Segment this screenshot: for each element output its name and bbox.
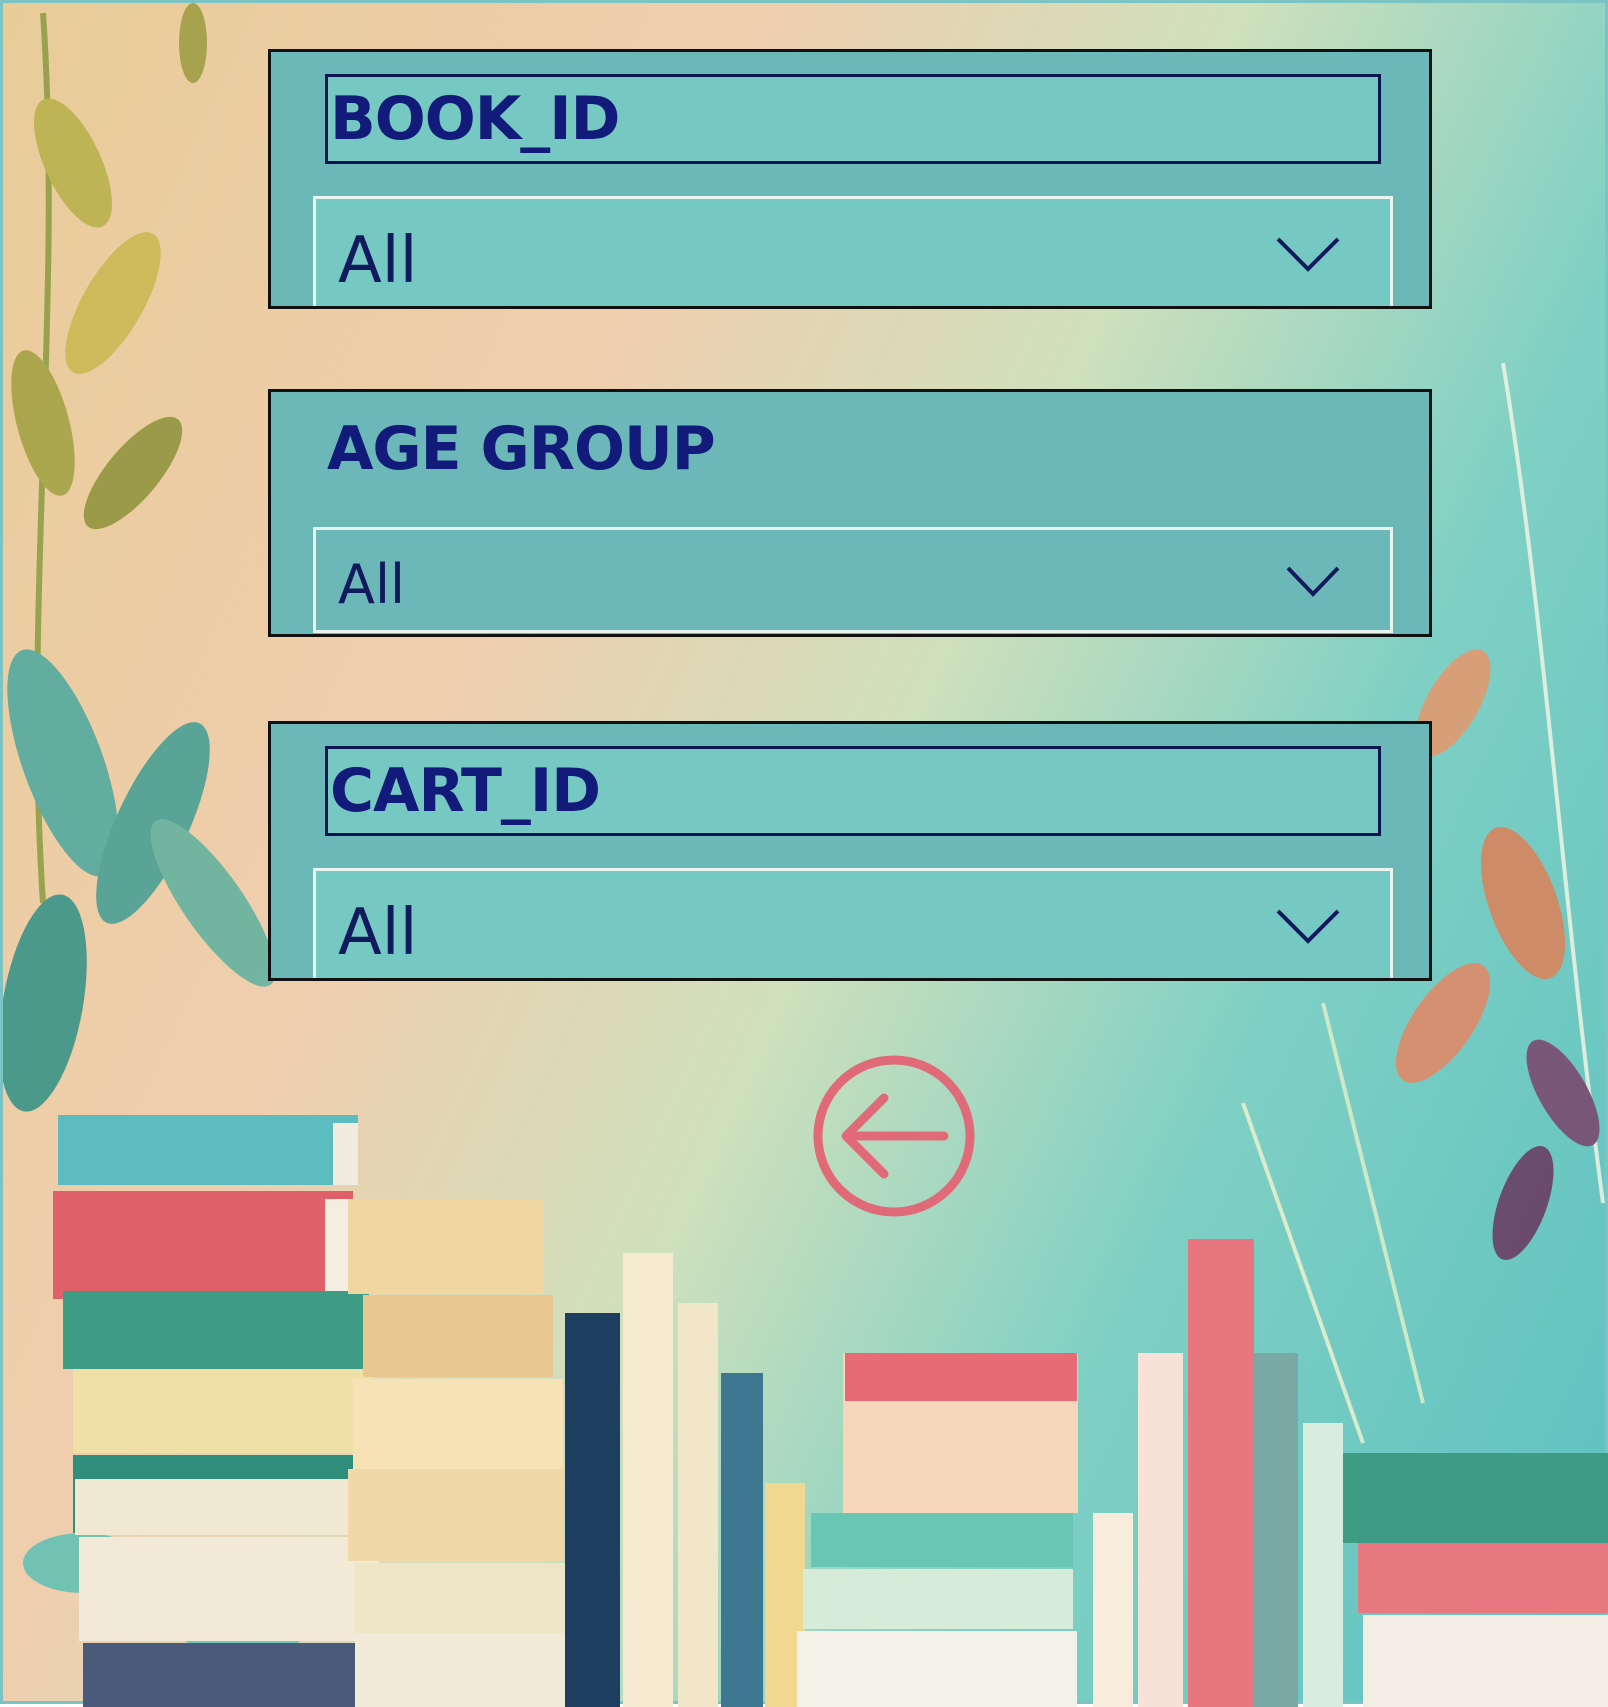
book-id-slicer: BOOK_ID All [268, 49, 1432, 309]
age-group-slicer-title: AGE GROUP [327, 414, 716, 484]
book-id-slicer-title: BOOK_ID [325, 74, 1381, 164]
cart-id-slicer-title: CART_ID [325, 746, 1381, 836]
age-group-slicer: AGE GROUP All [268, 389, 1432, 637]
back-button[interactable] [812, 1054, 976, 1218]
cart-id-slicer: CART_ID All [268, 721, 1432, 981]
book-id-selected-value: All [338, 224, 418, 298]
back-arrow-circle-icon [813, 1055, 975, 1217]
cart-id-dropdown[interactable]: All [313, 868, 1393, 978]
chevron-down-icon [1286, 566, 1340, 597]
chevron-down-icon [1276, 237, 1340, 272]
chevron-down-icon [1276, 909, 1340, 944]
age-group-selected-value: All [338, 553, 405, 616]
cart-id-selected-value: All [338, 896, 418, 970]
age-group-dropdown[interactable]: All [313, 527, 1393, 633]
book-id-dropdown[interactable]: All [313, 196, 1393, 306]
